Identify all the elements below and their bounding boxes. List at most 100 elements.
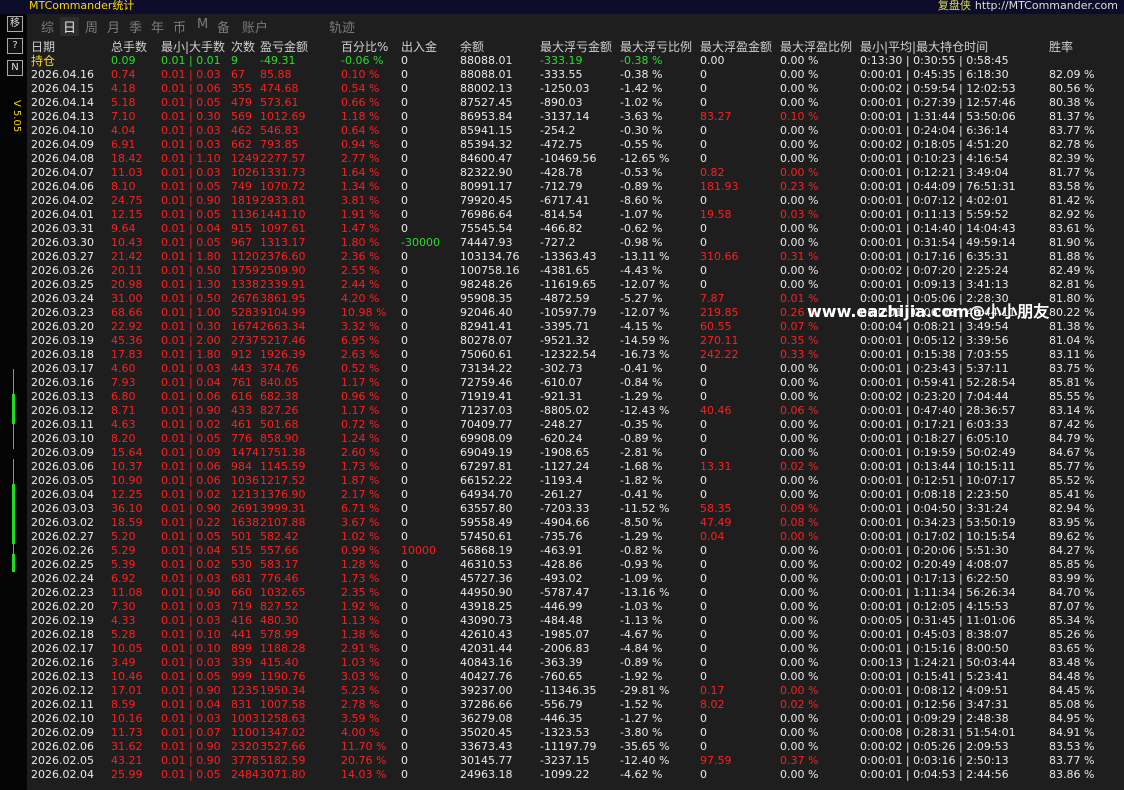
- table-row[interactable]: 2026.02.25 5.39 0.01 | 0.02 530 583.17 1.28 %…: [31, 558, 1124, 572]
- toggle-button[interactable]: N: [7, 60, 23, 76]
- table-row[interactable]: 2026.02.24 6.92 0.01 | 0.03 681 776.46 1.73 %…: [31, 572, 1124, 586]
- tab-track[interactable]: 轨迹: [329, 17, 355, 36]
- table-row[interactable]: 2026.04.09 6.91 0.01 | 0.03 662 793.85 0.94 %…: [31, 138, 1124, 152]
- tab-daily[interactable]: 日: [60, 17, 80, 36]
- table-row[interactable]: 2026.04.06 8.10 0.01 | 0.05 749 1070.72 1.34 …: [31, 180, 1124, 194]
- table-row[interactable]: 2026.03.31 9.64 0.01 | 0.04 915 1097.61 1.47 …: [31, 222, 1124, 236]
- col-balance[interactable]: 余额: [460, 40, 484, 54]
- table-row[interactable]: 2026.04.16 0.74 0.01 | 0.03 67 85.88 0.10 % 0 8…: [31, 68, 1124, 82]
- table-row[interactable]: 2026.02.10 10.16 0.01 | 0.03 1003 1258.63 3.5…: [31, 712, 1124, 726]
- col-win-rate[interactable]: 胜率: [1049, 40, 1073, 54]
- col-max-dd-pct[interactable]: 最大浮亏比例: [620, 40, 692, 54]
- table-row[interactable]: 2026.03.03 36.10 0.01 | 0.90 2691 3999.31 6.7…: [31, 502, 1124, 516]
- help-button[interactable]: ?: [7, 38, 23, 54]
- table-row[interactable]: 2026.02.19 4.33 0.01 | 0.03 416 480.30 1.13 %…: [31, 614, 1124, 628]
- table-row[interactable]: 2026.02.04 25.99 0.01 | 0.05 2484 3071.80 14.…: [31, 768, 1124, 782]
- tab-notes[interactable]: 备: [217, 17, 230, 36]
- cell-dd-amount: -3395.71: [540, 320, 590, 333]
- table-row[interactable]: 2026.02.26 5.29 0.01 | 0.04 515 557.66 0.99 %…: [31, 544, 1124, 558]
- table-row[interactable]: 2026.03.30 10.43 0.01 | 0.05 967 1313.17 1.80…: [31, 236, 1124, 250]
- table-row[interactable]: 2026.02.05 43.21 0.01 | 0.90 3778 5182.59 20.…: [31, 754, 1124, 768]
- table-row[interactable]: 2026.03.10 8.20 0.01 | 0.05 776 858.90 1.24 %…: [31, 432, 1124, 446]
- table-row[interactable]: 2026.04.14 5.18 0.01 | 0.05 479 573.61 0.66 %…: [31, 96, 1124, 110]
- tab-weekly[interactable]: 周: [85, 17, 98, 36]
- cell-lots: 12.15: [111, 208, 143, 221]
- table-row[interactable]: 2026.02.20 7.30 0.01 | 0.03 719 827.52 1.92 %…: [31, 600, 1124, 614]
- table-row[interactable]: 2026.04.15 4.18 0.01 | 0.06 355 474.68 0.54 %…: [31, 82, 1124, 96]
- cell-dd-pct: -1.09 %: [620, 572, 663, 585]
- cell-pct: 2.91 %: [341, 642, 380, 655]
- table-row[interactable]: 2026.03.20 22.92 0.01 | 0.30 1674 2663.34 3.3…: [31, 320, 1124, 334]
- table-row[interactable]: 2026.02.11 8.59 0.01 | 0.04 831 1007.58 2.78 …: [31, 698, 1124, 712]
- table-row[interactable]: 2026.02.27 5.20 0.01 | 0.05 501 582.42 1.02 %…: [31, 530, 1124, 544]
- tab-magic[interactable]: M: [197, 17, 208, 32]
- cell-fp-amount: 0: [700, 68, 707, 81]
- table-row[interactable]: 2026.02.23 11.08 0.01 | 0.90 660 1032.65 2.35…: [31, 586, 1124, 600]
- table-row[interactable]: 2026.03.17 4.60 0.01 | 0.03 443 374.76 0.52 %…: [31, 362, 1124, 376]
- col-percent[interactable]: 百分比%: [341, 40, 388, 54]
- table-row[interactable]: 2026.03.19 45.36 0.01 | 2.00 2737 5217.46 6.9…: [31, 334, 1124, 348]
- move-button[interactable]: 移: [7, 16, 23, 32]
- cell-minmax: 0.01 | 1.10: [161, 152, 221, 165]
- table-row[interactable]: 2026.03.16 7.93 0.01 | 0.04 761 840.05 1.17 %…: [31, 376, 1124, 390]
- tab-yearly[interactable]: 年: [151, 17, 164, 36]
- table-row[interactable]: 2026.02.18 5.28 0.01 | 0.10 441 578.99 1.38 %…: [31, 628, 1124, 642]
- col-max-fp-amount[interactable]: 最大浮盈金额: [700, 40, 772, 54]
- brand-url[interactable]: http://MTCommander.com: [975, 0, 1118, 12]
- cell-dd-amount: -760.65: [540, 670, 583, 683]
- table-row[interactable]: 2026.02.13 10.46 0.01 | 0.05 999 1190.76 3.03…: [31, 670, 1124, 684]
- col-min-max-lots[interactable]: 最小|大手数: [161, 40, 225, 54]
- col-max-fp-pct[interactable]: 最大浮盈比例: [780, 40, 852, 54]
- table-row[interactable]: 2026.03.02 18.59 0.01 | 0.22 1638 2107.88 3.6…: [31, 516, 1124, 530]
- table-row[interactable]: 2026.03.12 8.71 0.01 | 0.90 433 827.26 1.17 %…: [31, 404, 1124, 418]
- table-row[interactable]: 2026.04.08 18.42 0.01 | 1.10 1249 2277.57 2.7…: [31, 152, 1124, 166]
- table-row[interactable]: 2026.02.16 3.49 0.01 | 0.03 339 415.40 1.03 %…: [31, 656, 1124, 670]
- table-row[interactable]: 2026.03.05 10.90 0.01 | 0.06 1036 1217.52 1.8…: [31, 474, 1124, 488]
- tab-currency[interactable]: 币: [173, 17, 186, 36]
- table-row[interactable]: 2026.03.11 4.63 0.01 | 0.02 461 501.68 0.72 %…: [31, 418, 1124, 432]
- table-row[interactable]: 2026.04.02 24.75 0.01 | 0.90 1819 2933.81 3.8…: [31, 194, 1124, 208]
- table-row[interactable]: 2026.02.12 17.01 0.01 | 0.90 1235 1950.34 5.2…: [31, 684, 1124, 698]
- tab-monthly[interactable]: 月: [107, 17, 120, 36]
- col-date[interactable]: 日期: [31, 40, 55, 54]
- table-row[interactable]: 2026.03.06 10.37 0.01 | 0.06 984 1145.59 1.73…: [31, 460, 1124, 474]
- table-row[interactable]: 2026.03.13 6.80 0.01 | 0.06 616 682.38 0.96 %…: [31, 390, 1124, 404]
- col-total-lots[interactable]: 总手数: [111, 40, 147, 54]
- cell-minmax: 0.01 | 0.10: [161, 642, 221, 655]
- cell-count: 831: [231, 698, 252, 711]
- cell-count: 339: [231, 656, 252, 669]
- cell-hold-time: 0:00:01 | 0:11:13 | 5:59:52: [860, 208, 1009, 221]
- cell-fp-amount: 0: [700, 96, 707, 109]
- table-row[interactable]: 2026.03.26 20.11 0.01 | 0.50 1759 2509.90 2.5…: [31, 264, 1124, 278]
- table-row[interactable]: 2026.02.06 31.62 0.01 | 0.90 2320 3527.66 11.…: [31, 740, 1124, 754]
- cell-win-rate: 85.26 %: [1049, 628, 1095, 641]
- table-row[interactable]: 2026.03.27 21.42 0.01 | 1.80 1120 2376.60 2.3…: [31, 250, 1124, 264]
- cell-win-rate: 84.70 %: [1049, 586, 1095, 599]
- col-count[interactable]: 次数: [231, 40, 255, 54]
- cell-date: 2026.03.03: [31, 502, 94, 515]
- table-row[interactable]: 2026.04.01 12.15 0.01 | 0.05 1136 1441.10 1.9…: [31, 208, 1124, 222]
- col-hold-time[interactable]: 最小|平均|最大持仓时间: [860, 40, 988, 54]
- table-row[interactable]: 2026.04.10 4.04 0.01 | 0.03 462 546.83 0.64 %…: [31, 124, 1124, 138]
- table-row[interactable]: 2026.02.09 11.73 0.01 | 0.07 1100 1347.02 4.0…: [31, 726, 1124, 740]
- cell-dd-pct: -12.65 %: [620, 152, 670, 165]
- tab-overview[interactable]: 综: [41, 17, 54, 36]
- col-max-dd-amount[interactable]: 最大浮亏金额: [540, 40, 612, 54]
- table-row[interactable]: 2026.04.13 7.10 0.01 | 0.30 569 1012.69 1.18 …: [31, 110, 1124, 124]
- table-row[interactable]: 2026.04.07 11.03 0.01 | 0.03 1026 1331.73 1.6…: [31, 166, 1124, 180]
- cell-minmax: 0.01 | 0.90: [161, 194, 221, 207]
- table-row[interactable]: 2026.03.09 15.64 0.01 | 0.09 1474 1751.38 2.6…: [31, 446, 1124, 460]
- tab-quarterly[interactable]: 季: [129, 17, 142, 36]
- cell-hold-time: 0:00:01 | 0:15:16 | 8:00:50: [860, 642, 1009, 655]
- summary-row[interactable]: 持仓 0.09 0.01 | 0.01 9 -49.31 -0.06 % 0 8…: [31, 54, 1124, 68]
- cell-hold-time: 0:00:01 | 0:09:29 | 2:48:38: [860, 712, 1009, 725]
- table-row[interactable]: 2026.03.18 17.83 0.01 | 1.80 912 1926.39 2.63…: [31, 348, 1124, 362]
- col-pnl[interactable]: 盈亏金额: [260, 40, 308, 54]
- table-row[interactable]: 2026.03.25 20.98 0.01 | 1.30 1338 2339.91 2.4…: [31, 278, 1124, 292]
- table-row[interactable]: 2026.03.04 12.25 0.01 | 0.02 1213 1376.90 2.1…: [31, 488, 1124, 502]
- table-row[interactable]: 2026.02.17 10.05 0.01 | 0.10 899 1188.28 2.91…: [31, 642, 1124, 656]
- tab-account[interactable]: 账户: [242, 17, 268, 36]
- cell-balance: 42610.43: [460, 628, 513, 641]
- col-deposit[interactable]: 出入金: [401, 40, 437, 54]
- cell-io: 0: [401, 180, 408, 193]
